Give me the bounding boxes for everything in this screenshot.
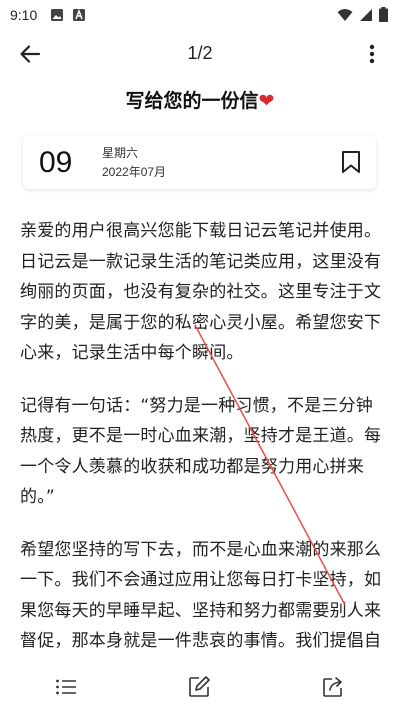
battery-icon xyxy=(379,7,388,22)
status-time: 9:10 xyxy=(10,7,38,23)
page-indicator: 1/2 xyxy=(187,43,213,63)
wifi-icon xyxy=(337,8,353,21)
list-button[interactable] xyxy=(53,674,79,700)
paragraph-3: 希望您坚持的写下去，而不是心血来潮的来那么一下。我们不会通过应用让您每日打卡坚持… xyxy=(20,539,382,652)
more-options-button[interactable] xyxy=(358,40,386,68)
a-letter-icon xyxy=(73,8,85,21)
paragraph-1: 亲爱的用户很高兴您能下载日记云笔记并使用。日记云是一款记录生活的笔记类应用，这里… xyxy=(20,221,382,363)
edit-button[interactable] xyxy=(186,674,212,700)
paragraph-2: 记得有一句话：“努力是一种习惯，不是三分钟热度，更不是一时心血来潮，坚持才是王道… xyxy=(20,395,382,508)
more-vertical-icon xyxy=(369,44,375,64)
bottom-toolbar xyxy=(0,664,400,710)
letter-title: 写给您的一份信❤ xyxy=(0,86,400,113)
heart-icon: ❤ xyxy=(258,90,275,112)
date-card: 09 星期六 2022年07月 xyxy=(23,135,376,189)
letter-content: 亲爱的用户很高兴您能下载日记云笔记并使用。日记云是一款记录生活的笔记类应用，这里… xyxy=(20,216,382,654)
letter-title-text: 写给您的一份信 xyxy=(125,90,259,112)
status-bar: 9:10 xyxy=(0,0,400,32)
list-icon xyxy=(56,679,76,695)
share-icon xyxy=(323,677,342,697)
date-weekday: 星期六 xyxy=(102,146,139,160)
date-day: 09 xyxy=(39,146,73,179)
edit-icon xyxy=(189,676,210,697)
status-right-icons xyxy=(337,7,388,22)
share-button[interactable] xyxy=(320,674,346,700)
date-month: 2022年07月 xyxy=(102,165,167,179)
bookmark-icon[interactable] xyxy=(340,150,362,174)
app-bar: 1/2 xyxy=(0,32,400,76)
signal-icon xyxy=(360,8,372,21)
image-icon xyxy=(51,9,63,21)
